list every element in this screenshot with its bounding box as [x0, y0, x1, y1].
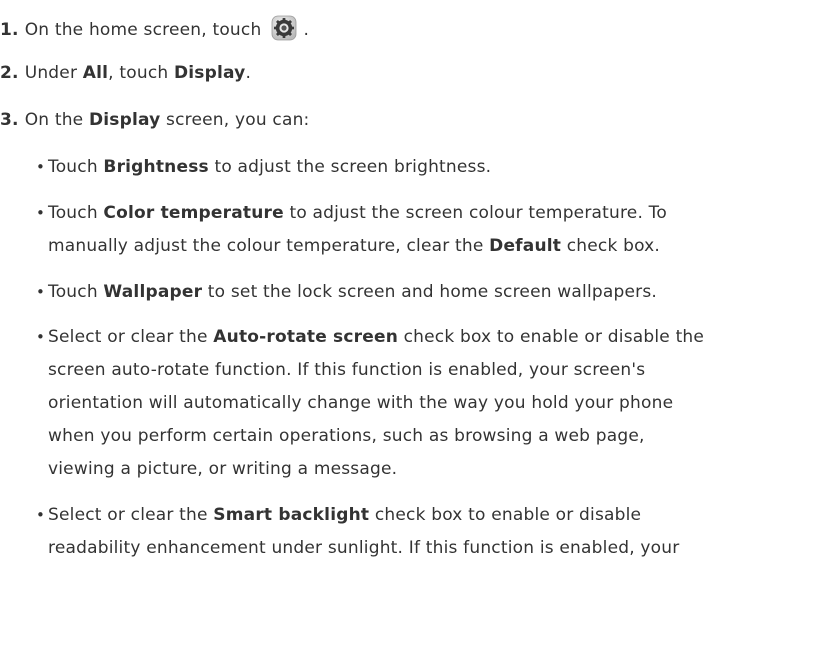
setting-wallpaper: Wallpaper [103, 282, 203, 302]
bullet-item: • Touch Color temperature to adjust the s… [36, 202, 667, 224]
step-number: 3. [0, 110, 19, 130]
bullet-text: manually adjust the colour temperature, … [48, 236, 490, 256]
bullet-text: orientation will automatically change wi… [48, 393, 674, 413]
bullet-continuation: manually adjust the colour temperature, … [48, 235, 660, 257]
bullet-glyph: • [36, 506, 46, 524]
bullet-text: check box to enable or disable [369, 505, 642, 525]
bullet-text: to adjust the screen brightness. [208, 157, 492, 177]
step-text: Under [24, 63, 83, 83]
bullet-text: when you perform certain operations, suc… [48, 426, 645, 446]
bullet-continuation: viewing a picture, or writing a message. [48, 458, 397, 480]
step-text-end: . [303, 20, 310, 40]
menu-term-display: Display [173, 63, 246, 83]
step-number: 2. [0, 63, 19, 83]
bullet-continuation: when you perform certain operations, suc… [48, 425, 645, 447]
bullet-glyph: • [36, 204, 46, 222]
bullet-text: to set the lock screen and home screen w… [202, 282, 657, 302]
setting-auto-rotate-screen: Auto-rotate screen [213, 327, 398, 347]
bullet-text: screen auto-rotate function. If this fun… [48, 360, 646, 380]
bullet-glyph: • [36, 283, 46, 301]
bullet-item: • Touch Brightness to adjust the screen b… [36, 156, 491, 178]
bullet-item: • Select or clear the Smart backlight che… [36, 504, 641, 526]
step-2: 2. Under All, touch Display. [0, 62, 251, 84]
instruction-document: 1. On the home screen, touch . 2. Under … [0, 0, 818, 650]
step-text: On the [24, 110, 89, 130]
bullet-text: to adjust the screen colour temperature.… [283, 203, 667, 223]
bullet-text: Select or clear the [48, 327, 214, 347]
bullet-text: check box to enable or disable the [398, 327, 705, 347]
bullet-continuation: orientation will automatically change wi… [48, 392, 673, 414]
step-1: 1. On the home screen, touch . [0, 15, 309, 41]
setting-color-temperature: Color temperature [103, 203, 284, 223]
bullet-item: • Select or clear the Auto-rotate screen … [36, 326, 704, 348]
bullet-glyph: • [36, 328, 46, 346]
bullet-text: Touch [48, 282, 104, 302]
bullet-continuation: readability enhancement under sunlight. … [48, 537, 679, 559]
bullet-text: viewing a picture, or writing a message. [48, 459, 398, 479]
settings-icon [271, 15, 297, 41]
menu-term-all: All [82, 63, 109, 83]
step-text: . [245, 63, 252, 83]
bullet-glyph: • [36, 158, 46, 176]
bullet-text: Select or clear the [48, 505, 214, 525]
step-3: 3. On the Display screen, you can: [0, 109, 309, 131]
bullet-continuation: screen auto-rotate function. If this fun… [48, 359, 645, 381]
step-text: screen, you can: [160, 110, 310, 130]
bullet-item: • Touch Wallpaper to set the lock screen … [36, 281, 657, 303]
bullet-text: readability enhancement under sunlight. … [48, 538, 680, 558]
setting-default: Default [489, 236, 562, 256]
setting-brightness: Brightness [103, 157, 209, 177]
bullet-text: Touch [48, 203, 104, 223]
menu-term-display: Display [88, 110, 161, 130]
setting-smart-backlight: Smart backlight [213, 505, 370, 525]
step-text: On the home screen, touch [24, 20, 262, 40]
step-text: , touch [108, 63, 174, 83]
bullet-text: check box. [561, 236, 661, 256]
step-number: 1. [0, 20, 19, 40]
bullet-text: Touch [48, 157, 104, 177]
